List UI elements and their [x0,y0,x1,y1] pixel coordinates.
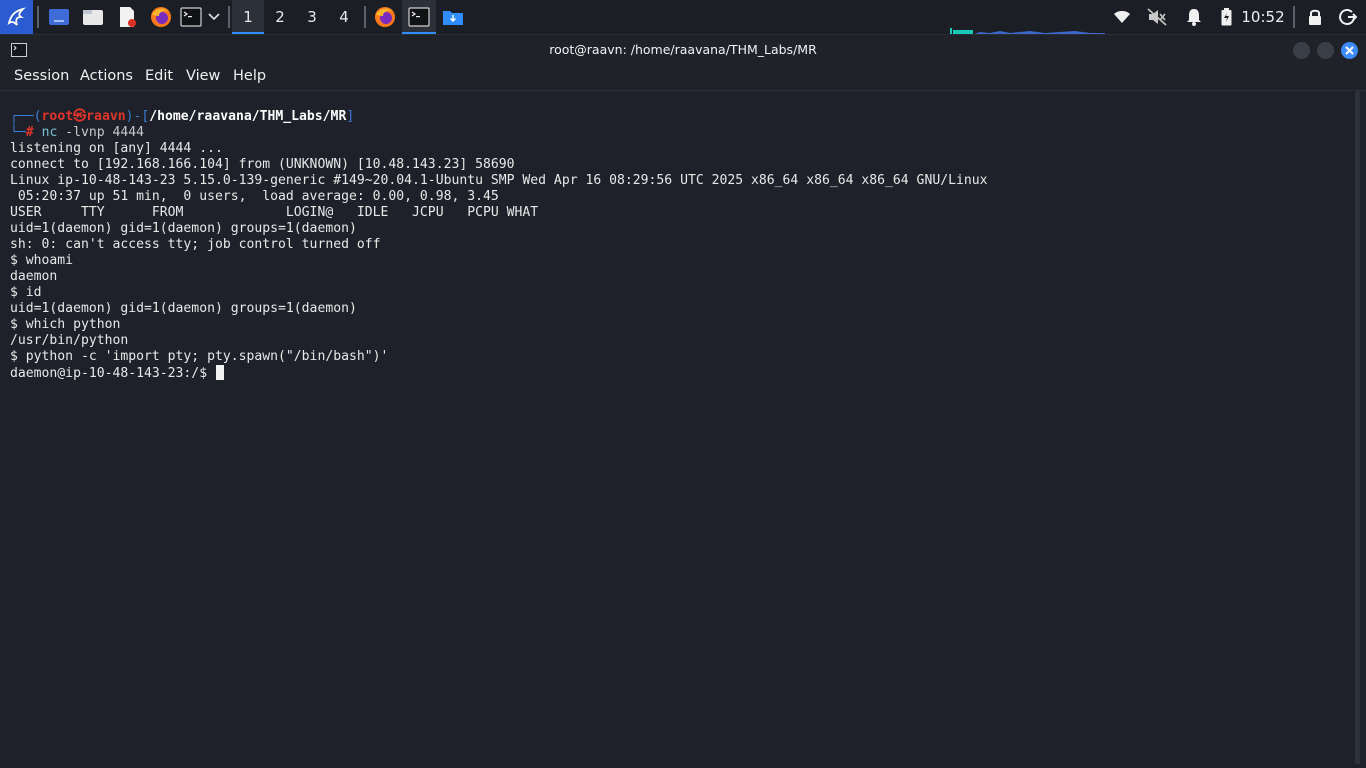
minimize-button[interactable] [1293,42,1310,59]
desktop-icon[interactable] [46,0,72,34]
workspace-label: 1 [243,8,253,26]
shell-prompt: daemon@ip-10-48-143-23:/$ [10,366,215,381]
prompt-user: root㉿raavn [41,109,126,124]
maximize-button[interactable] [1317,42,1334,59]
power-icon[interactable] [1336,0,1360,34]
window-title: root@raavn: /home/raavana/THM_Labs/MR [549,42,817,57]
output-line: $ id [10,285,42,300]
output-line: daemon [10,269,58,284]
workspace-label: 3 [307,8,317,26]
output-line: 05:20:37 up 51 min, 0 users, load averag… [10,189,499,204]
output-line: USER TTY FROM LOGIN@ IDLE JCPU PCPU WHAT [10,205,539,220]
current-prompt-line[interactable]: daemon@ip-10-48-143-23:/$ [10,365,224,381]
command-name: nc [41,125,58,140]
output-line: uid=1(daemon) gid=1(daemon) groups=1(dae… [10,301,357,316]
workspace-1[interactable]: 1 [232,0,264,34]
output-line: connect to [192.168.166.104] from (UNKNO… [10,157,515,172]
menu-actions[interactable]: Actions [80,68,133,84]
output-line: $ python -c 'import pty; pty.spawn("/bin… [10,349,389,364]
taskbar-folder[interactable] [438,0,468,34]
prompt-frame: ] [346,109,355,124]
command-args: -lvnp 4444 [57,125,145,140]
firefox-icon [375,7,395,27]
close-icon [1345,46,1354,55]
command-line: └─# nc -lvnp 4444 [10,125,144,141]
output-line: $ whoami [10,253,74,268]
workspace-2[interactable]: 2 [264,0,296,34]
text-cursor [215,365,224,380]
menu-edit[interactable]: Edit [145,68,173,84]
wifi-icon[interactable] [1110,0,1134,34]
panel-separator [364,6,366,28]
kali-dragon-icon[interactable] [0,0,33,34]
taskbar-firefox[interactable] [370,0,400,34]
terminal-icon [408,7,430,27]
prompt-path: /home/raavana/THM_Labs/MR [149,109,347,124]
taskbar-terminal[interactable] [402,0,436,34]
panel-separator [1293,6,1295,28]
menu-help[interactable]: Help [233,68,266,84]
terminal-icon[interactable] [178,0,204,34]
chevron-down-icon[interactable] [204,0,224,34]
cpu-graph [950,28,1105,34]
prompt-frame: )-[ [125,109,150,124]
clock[interactable]: 10:52 [1241,0,1284,34]
text-editor-icon[interactable] [114,0,140,34]
output-line: listening on [any] 4444 ... [10,141,223,156]
prompt-frame: ┌──( [10,109,42,124]
workspace-3[interactable]: 3 [296,0,328,34]
workspace-label: 2 [275,8,285,26]
close-button[interactable] [1341,42,1358,59]
output-line: sh: 0: can't access tty; job control tur… [10,237,381,252]
prompt-frame: └─ [10,125,26,140]
prompt-hash: # [25,125,34,140]
output-line: /usr/bin/python [10,333,129,348]
folder-download-icon [443,11,463,25]
prompt-line: ┌──(root㉿raavn)-[/home/raavana/THM_Labs/… [10,109,354,125]
menu-bar: Session Actions Edit View Help [0,66,1366,91]
firefox-icon[interactable] [148,0,174,34]
menu-session[interactable]: Session [14,68,69,84]
window-titlebar[interactable]: root@raavn: /home/raavana/THM_Labs/MR [0,35,1366,66]
output-line: Linux ip-10-48-143-23 5.15.0-139-generic… [10,173,988,188]
battery-icon[interactable] [1216,0,1236,34]
scrollbar[interactable] [1355,91,1360,764]
volume-muted-icon[interactable] [1145,0,1169,34]
panel-separator [228,6,230,28]
bell-icon[interactable] [1182,0,1206,34]
workspace-label: 4 [339,8,349,26]
output-line: $ which python [10,317,121,332]
file-manager-icon[interactable] [80,0,106,34]
top-panel: 1 2 3 4 10:52 [0,0,1366,35]
workspace-4[interactable]: 4 [328,0,360,34]
output-line: uid=1(daemon) gid=1(daemon) groups=1(dae… [10,221,357,236]
lock-icon[interactable] [1303,0,1327,34]
panel-separator [37,6,39,28]
menu-view[interactable]: View [186,68,220,84]
